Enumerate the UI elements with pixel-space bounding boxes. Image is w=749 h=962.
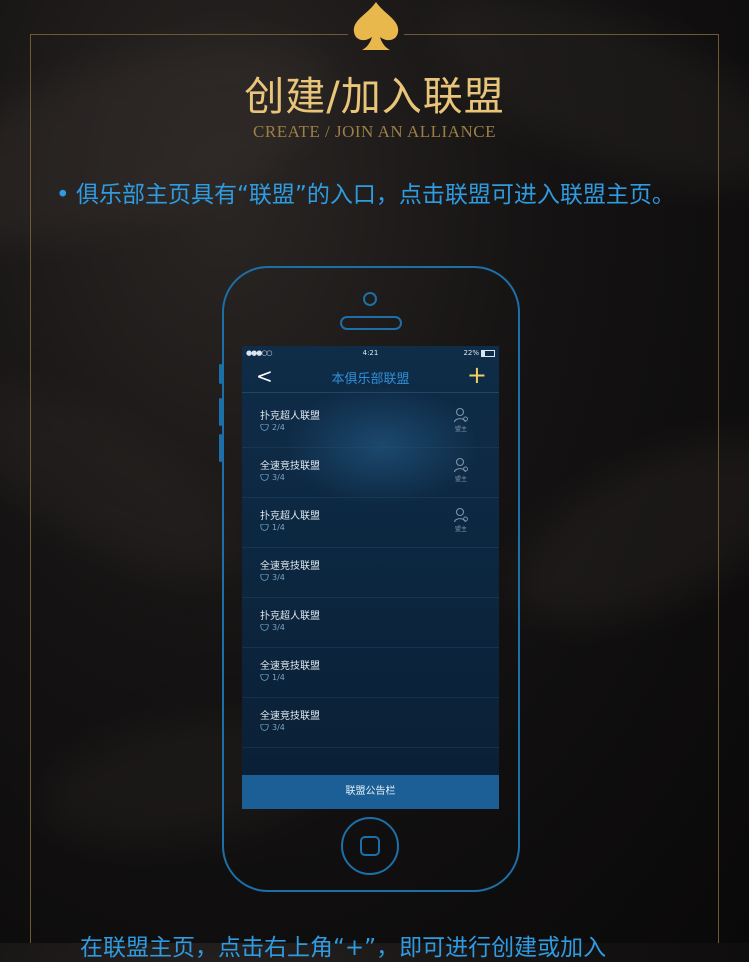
silk-fold	[485, 398, 749, 662]
phone-side-button	[219, 434, 222, 462]
spade-icon	[353, 2, 399, 50]
phone-home-button[interactable]	[341, 817, 399, 875]
alliance-name: 扑克超人联盟	[260, 511, 320, 522]
owner-badge: 盟主	[451, 407, 471, 433]
alliance-member-count: 3/4	[260, 723, 285, 732]
battery-icon	[481, 349, 495, 357]
club-icon	[260, 524, 269, 531]
club-icon	[260, 674, 269, 681]
status-bar: ●●●○○ 4:21 22%	[242, 346, 499, 360]
add-alliance-button[interactable]: +	[467, 361, 487, 389]
alliance-name: 全速竞技联盟	[260, 661, 320, 672]
member-count-text: 3/4	[272, 573, 285, 582]
frame-top-left-line	[30, 34, 348, 35]
member-count-text: 1/4	[272, 673, 285, 682]
club-icon	[260, 474, 269, 481]
club-icon	[260, 574, 269, 581]
footer-partial-text: 在联盟主页，点击右上角“+”，即可进行创建或加入	[80, 935, 607, 961]
phone-side-button	[219, 364, 222, 384]
list-item[interactable]: 全速竞技联盟 3/4 盟主	[242, 448, 499, 498]
member-count-text: 1/4	[272, 523, 285, 532]
alliance-member-count: 1/4	[260, 523, 285, 532]
alliance-name: 全速竞技联盟	[260, 711, 320, 722]
list-item[interactable]: 全速竞技联盟 3/4	[242, 698, 499, 748]
nav-title: 本俱乐部联盟	[331, 372, 410, 387]
alliance-member-count: 3/4	[260, 473, 285, 482]
alliance-member-count: 2/4	[260, 423, 285, 432]
alliance-name: 全速竞技联盟	[260, 461, 320, 472]
club-icon	[260, 424, 269, 431]
club-icon	[260, 724, 269, 731]
battery-percent: 22%	[463, 349, 479, 357]
phone-camera	[363, 292, 377, 306]
alliance-member-count: 3/4	[260, 573, 285, 582]
page-title: 创建/加入联盟	[244, 74, 505, 120]
owner-label: 盟主	[454, 476, 467, 483]
member-count-text: 2/4	[272, 423, 285, 432]
owner-label: 盟主	[454, 426, 467, 433]
phone-screen: ●●●○○ 4:21 22% < 本俱乐部联盟 + 扑克超人联盟 2/4 盟主 全速竞…	[242, 346, 499, 809]
user-icon	[453, 457, 468, 473]
owner-label: 盟主	[454, 526, 467, 533]
club-icon	[260, 624, 269, 631]
status-time: 4:21	[362, 349, 379, 357]
page-subtitle: CREATE / JOIN AN ALLIANCE	[253, 122, 496, 141]
frame-right-line	[718, 34, 719, 943]
user-icon	[453, 407, 468, 423]
member-count-text: 3/4	[272, 623, 285, 632]
frame-left-line	[30, 34, 31, 943]
battery-indicator: 22%	[463, 349, 495, 357]
description-bullet: • 俱乐部主页具有“联盟”的入口，点击联盟可进入联盟主页。	[56, 178, 696, 212]
alliance-notice-board-button[interactable]: 联盟公告栏	[242, 775, 499, 809]
bullet-marker: •	[56, 182, 70, 208]
frame-top-right-line	[404, 34, 718, 35]
list-item[interactable]: 扑克超人联盟 2/4 盟主	[242, 398, 499, 448]
user-icon	[453, 507, 468, 523]
nav-bar: < 本俱乐部联盟 +	[242, 360, 499, 393]
alliance-member-count: 1/4	[260, 673, 285, 682]
list-item[interactable]: 全速竞技联盟 3/4	[242, 548, 499, 598]
list-item[interactable]: 扑克超人联盟 1/4 盟主	[242, 498, 499, 548]
owner-badge: 盟主	[451, 457, 471, 483]
alliance-member-count: 3/4	[260, 623, 285, 632]
list-item[interactable]: 扑克超人联盟 3/4	[242, 598, 499, 648]
home-square-icon	[360, 836, 380, 856]
list-item[interactable]: 全速竞技联盟 1/4	[242, 648, 499, 698]
alliance-name: 全速竞技联盟	[260, 561, 320, 572]
member-count-text: 3/4	[272, 723, 285, 732]
alliance-name: 扑克超人联盟	[260, 611, 320, 622]
alliance-list: 扑克超人联盟 2/4 盟主 全速竞技联盟 3/4 盟主 扑克超人联盟 1/4 盟主 全速竞技联盟 3…	[242, 398, 499, 748]
owner-badge: 盟主	[451, 507, 471, 533]
member-count-text: 3/4	[272, 473, 285, 482]
alliance-name: 扑克超人联盟	[260, 411, 320, 422]
description-text: 俱乐部主页具有“联盟”的入口，点击联盟可进入联盟主页。	[76, 182, 675, 208]
phone-side-button	[219, 398, 222, 426]
phone-speaker	[340, 316, 402, 330]
